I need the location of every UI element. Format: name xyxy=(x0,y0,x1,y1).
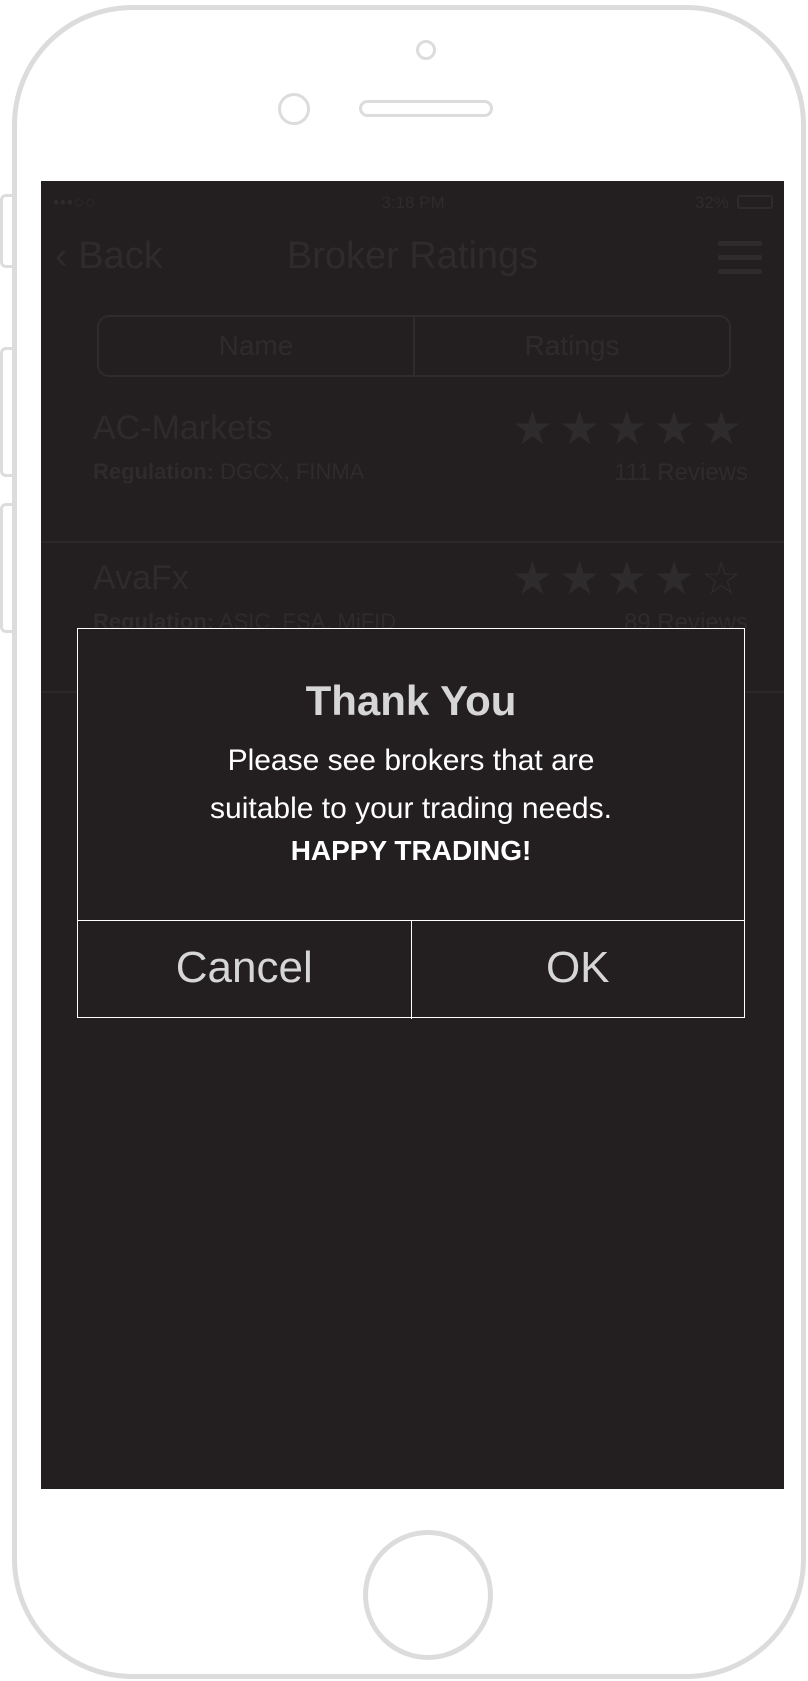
hamburger-menu-icon[interactable] xyxy=(718,241,762,275)
ok-button[interactable]: OK xyxy=(410,921,745,1019)
page-title: Broker Ratings xyxy=(286,235,539,277)
navigation-bar: ‹ Back Broker Ratings xyxy=(41,231,784,287)
sort-segmented-control: Name Ratings xyxy=(97,315,731,377)
regulation-label: Regulation: xyxy=(93,459,214,484)
segment-name[interactable]: Name xyxy=(99,317,413,375)
dialog-message: Please see brokers that are suitable to … xyxy=(78,737,744,833)
volume-up-button xyxy=(0,347,12,477)
battery-icon xyxy=(737,195,773,209)
home-button[interactable] xyxy=(363,1530,493,1660)
thank-you-dialog: Thank You Please see brokers that are su… xyxy=(77,628,745,1019)
broker-regulation: Regulation: DGCX, FINMA xyxy=(93,459,364,485)
dialog-message-line2: suitable to your trading needs. xyxy=(210,792,612,825)
proximity-sensor xyxy=(278,93,310,125)
mute-switch xyxy=(0,194,12,268)
review-count: 111 Reviews xyxy=(614,459,748,486)
dialog-message-line1: Please see brokers that are xyxy=(227,744,595,777)
earpiece-speaker xyxy=(359,100,493,117)
regulation-value: DGCX, FINMA xyxy=(220,459,365,484)
volume-down-button xyxy=(0,503,12,633)
status-bar: •••○○ 3:18 PM 32% xyxy=(53,193,773,213)
dialog-title: Thank You xyxy=(305,677,517,724)
dialog-actions: Cancel OK xyxy=(78,920,744,1019)
broker-name: AC-Markets xyxy=(93,409,273,447)
star-rating-icon: ★★★★☆ xyxy=(511,552,748,604)
status-time: 3:18 PM xyxy=(381,193,445,212)
front-camera xyxy=(416,40,436,60)
list-item[interactable]: AC-Markets Regulation: DGCX, FINMA ★★★★★… xyxy=(41,393,784,543)
star-rating-icon: ★★★★★ xyxy=(511,402,748,454)
dialog-emphasis: HAPPY TRADING! xyxy=(290,835,532,866)
broker-name: AvaFx xyxy=(93,559,189,597)
cancel-button[interactable]: Cancel xyxy=(78,921,411,1019)
battery-percent: 32% xyxy=(694,193,729,212)
segment-ratings[interactable]: Ratings xyxy=(413,317,729,375)
